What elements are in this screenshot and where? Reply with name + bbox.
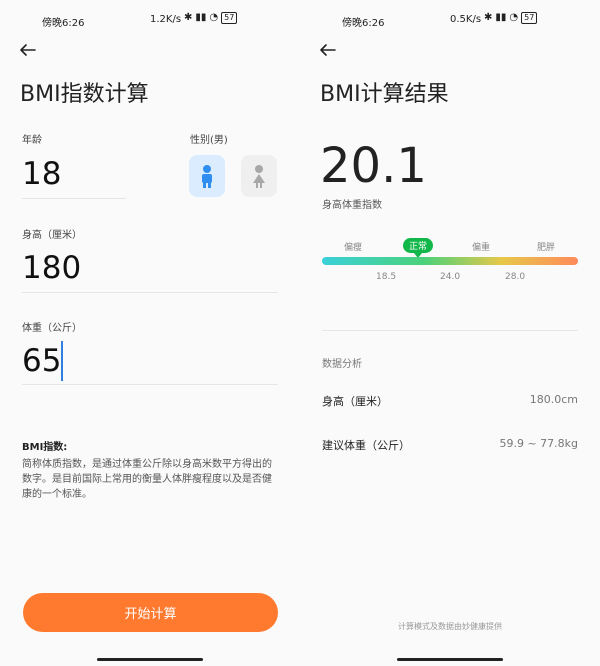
bmi-input-screen: 傍晚6:26 1.2K/s ✱ ▮▮ ◔ 57 BMI指数计算 年龄 18 性别… xyxy=(0,0,300,666)
text-cursor xyxy=(61,341,63,381)
age-underline xyxy=(22,198,126,199)
tick-18-5: 18.5 xyxy=(376,272,397,282)
result-title: BMI计算结果 xyxy=(320,82,449,107)
height-input[interactable]: 180 xyxy=(22,250,81,286)
page-title: BMI指数计算 xyxy=(20,82,149,107)
signal-icon: ▮▮ xyxy=(495,12,507,23)
back-arrow-icon-result[interactable] xyxy=(318,40,338,60)
height-underline xyxy=(22,292,278,293)
weight-row-label: 建议体重（公斤） xyxy=(322,439,410,452)
weight-underline xyxy=(22,384,278,385)
status-icons: ✱ ▮▮ ◔ 57 xyxy=(184,12,238,24)
home-indicator-result[interactable] xyxy=(397,658,503,661)
category-overweight: 偏重 xyxy=(472,243,491,253)
bmi-score: 20.1 xyxy=(320,138,427,194)
status-time-result: 傍晚6:26 xyxy=(342,18,385,29)
bmi-description-text: 简称体质指数，是通过体重公斤除以身高米数平方得出的数字。是目前国际上常用的衡量人… xyxy=(22,459,272,500)
height-label: 身高（厘米） xyxy=(22,230,82,241)
category-obese: 肥胖 xyxy=(537,243,556,253)
bluetooth-icon: ✱ xyxy=(484,12,493,23)
data-source-footer: 计算模式及数据由妙健康提供 xyxy=(398,622,502,631)
bmi-scale-bar xyxy=(322,257,578,265)
status-speed-result: 0.5K/s xyxy=(450,14,482,25)
status-bar: 傍晚6:26 1.2K/s ✱ ▮▮ ◔ 57 xyxy=(0,12,300,29)
start-calculate-button[interactable]: 开始计算 xyxy=(23,593,278,632)
status-icons-result: ✱ ▮▮ ◔ 57 xyxy=(484,12,538,24)
bluetooth-icon: ✱ xyxy=(184,12,193,23)
tick-28-0: 28.0 xyxy=(505,272,526,282)
analysis-section-label: 数据分析 xyxy=(322,359,362,370)
tick-24-0: 24.0 xyxy=(440,272,461,282)
gender-male-button[interactable] xyxy=(189,155,225,197)
bmi-score-label: 身高体重指数 xyxy=(322,200,382,211)
wifi-icon: ◔ xyxy=(509,12,519,23)
battery-icon: 57 xyxy=(521,12,538,24)
gender-label: 性别(男) xyxy=(190,135,228,146)
bmi-description: BMI指数: 简称体质指数，是通过体重公斤除以身高米数平方得出的数字。是目前国际… xyxy=(22,440,278,502)
status-speed: 1.2K/s xyxy=(150,14,182,25)
female-icon xyxy=(253,165,265,188)
bmi-description-title: BMI指数: xyxy=(22,442,68,453)
status-bar-result: 傍晚6:26 0.5K/s ✱ ▮▮ ◔ 57 xyxy=(300,12,600,29)
weight-input[interactable]: 65 xyxy=(22,343,61,379)
battery-icon: 57 xyxy=(221,12,238,24)
signal-icon: ▮▮ xyxy=(195,12,207,23)
category-underweight: 偏瘦 xyxy=(344,243,363,253)
age-label: 年龄 xyxy=(22,135,42,146)
bmi-result-screen: 傍晚6:26 0.5K/s ✱ ▮▮ ◔ 57 BMI计算结果 xyxy=(300,0,600,666)
weight-row-value: 59.9 ~ 77.8kg xyxy=(499,437,578,450)
status-time: 傍晚6:26 xyxy=(42,18,85,29)
weight-label: 体重（公斤） xyxy=(22,323,82,334)
back-arrow-icon[interactable] xyxy=(18,40,38,60)
male-icon xyxy=(202,165,212,188)
height-row-label: 身高（厘米） xyxy=(322,395,388,408)
home-indicator[interactable] xyxy=(97,658,203,661)
wifi-icon: ◔ xyxy=(209,12,219,23)
gender-female-button[interactable] xyxy=(241,155,277,197)
age-input[interactable]: 18 xyxy=(22,156,61,192)
category-normal-badge: 正常 xyxy=(403,238,433,253)
section-divider xyxy=(322,330,578,331)
height-row-value: 180.0cm xyxy=(529,393,578,406)
